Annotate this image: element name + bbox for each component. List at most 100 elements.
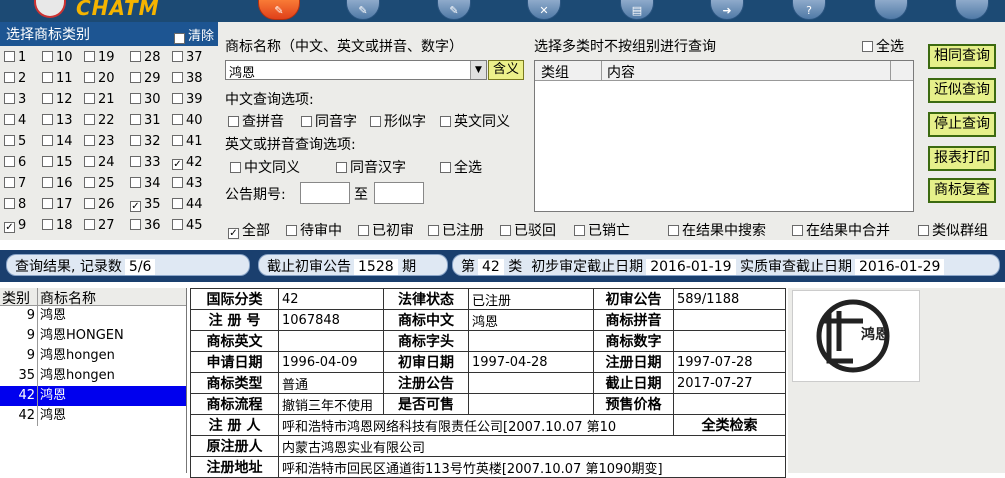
checkbox-box[interactable] [84,93,95,104]
checkbox-box[interactable] [172,177,183,188]
class-checkbox-5[interactable]: 5 [4,134,26,154]
edit-icon[interactable]: ✎ [258,0,300,20]
class-checkbox-33[interactable]: 33 [130,155,161,175]
class-checkbox-29[interactable]: 29 [130,71,161,91]
pen-icon[interactable]: ✎ [346,0,380,20]
checkbox-box[interactable] [4,114,15,125]
table-row[interactable]: 35 鸿恩hongen [0,366,186,386]
class-checkbox-32[interactable]: 32 [130,134,161,154]
name-combo[interactable]: 鸿恩 ▼ [225,60,487,81]
checkbox-box[interactable] [84,51,95,62]
checkbox-box[interactable] [84,114,95,125]
status-prelim[interactable]: 已初审 [358,220,414,240]
checkbox-box[interactable] [42,177,53,188]
merge-in-results[interactable]: 在结果中合并 [792,220,890,240]
pen2-icon[interactable]: ✎ [437,0,471,20]
class-checkbox-7[interactable]: 7 [4,176,26,196]
class-checkbox-30[interactable]: 30 [130,92,161,112]
checkbox-box[interactable] [42,51,53,62]
class-checkbox-18[interactable]: 18 [42,218,73,238]
checkbox-box[interactable] [42,93,53,104]
class-checkbox-44[interactable]: 44 [172,197,203,217]
cn-opt-homophone[interactable]: 同音字 [301,111,357,131]
class-checkbox-42[interactable]: ✓ 42 [172,155,203,175]
class-checkbox-15[interactable]: 15 [42,155,73,175]
class-checkbox-36[interactable]: 36 [130,218,161,238]
checkbox-box[interactable] [42,72,53,83]
checkbox-box[interactable] [84,72,95,83]
en-opt-cn-synonym[interactable]: 中文同义 [230,157,300,177]
cn-opt-en-synonym[interactable]: 英文同义 [440,111,510,131]
checkbox-box[interactable]: ✓ [130,201,141,212]
checkbox-box[interactable] [172,114,183,125]
help-icon[interactable]: ? [792,0,826,20]
checkbox-box[interactable] [4,93,15,104]
checkbox-box[interactable] [84,135,95,146]
checkbox-box[interactable]: ✓ [4,222,15,233]
checkbox-box[interactable] [172,219,183,230]
checkbox-box[interactable] [130,93,141,104]
checkbox-box[interactable] [130,51,141,62]
status-pending[interactable]: 待审中 [286,220,342,240]
en-opt-homophone[interactable]: 同音汉字 [336,157,406,177]
class-checkbox-1[interactable]: 1 [4,50,26,70]
table-row[interactable]: 9 鸿恩HONGEN [0,326,186,346]
checkbox-box[interactable] [172,72,183,83]
class-checkbox-8[interactable]: 8 [4,197,26,217]
checkbox-box[interactable] [84,198,95,209]
checkbox-box[interactable] [130,156,141,167]
class-checkbox-31[interactable]: 31 [130,113,161,133]
checkbox-box[interactable] [130,72,141,83]
class-checkbox-23[interactable]: 23 [84,134,115,154]
class-checkbox-9[interactable]: ✓ 9 [4,218,26,238]
class-checkbox-35[interactable]: ✓ 35 [130,197,161,217]
class-checkbox-16[interactable]: 16 [42,176,73,196]
class-checkbox-13[interactable]: 13 [42,113,73,133]
close-icon[interactable]: ✕ [527,0,561,20]
stop-search-button[interactable]: 停止查询 [928,112,996,137]
checkbox-box[interactable] [4,135,15,146]
review-button[interactable]: 商标复查 [928,178,996,203]
checkbox-box[interactable] [4,51,15,62]
checkbox-box[interactable] [172,93,183,104]
table-row[interactable]: 9 鸿恩 [0,306,186,326]
class-checkbox-38[interactable]: 38 [172,71,203,91]
print-report-button[interactable]: 报表打印 [928,146,996,171]
checkbox-box[interactable] [4,198,15,209]
class-checkbox-14[interactable]: 14 [42,134,73,154]
class-checkbox-11[interactable]: 11 [42,71,73,91]
class-checkbox-20[interactable]: 20 [84,71,115,91]
class-checkbox-40[interactable]: 40 [172,113,203,133]
results-list[interactable]: 类别 商标名称 9 鸿恩 9 鸿恩HONGEN 9 鸿恩hongen 35 鸿恩hongen 42… [0,288,187,473]
cn-opt-pinyin[interactable]: 查拼音 [228,111,284,131]
checkbox-box[interactable] [4,72,15,83]
class-checkbox-41[interactable]: 41 [172,134,203,154]
period-from-input[interactable] [300,182,350,204]
class-checkbox-27[interactable]: 27 [84,218,115,238]
class-checkbox-19[interactable]: 19 [84,50,115,70]
class-checkbox-3[interactable]: 3 [4,92,26,112]
table-row[interactable]: 42 鸿恩 [0,386,186,406]
status-expired[interactable]: 已销亡 [574,220,630,240]
exact-search-button[interactable]: 相同查询 [928,44,996,69]
checkbox-box[interactable] [172,51,183,62]
class-checkbox-34[interactable]: 34 [130,176,161,196]
checkbox-box[interactable] [172,135,183,146]
table-row[interactable]: 42 鸿恩 [0,406,186,426]
checkbox-box[interactable] [84,177,95,188]
class-checkbox-4[interactable]: 4 [4,113,26,133]
class-checkbox-24[interactable]: 24 [84,155,115,175]
status-all[interactable]: ✓ 全部 [228,220,270,240]
checkbox-box[interactable] [4,156,15,167]
checkbox-box[interactable] [130,177,141,188]
class-checkbox-12[interactable]: 12 [42,92,73,112]
cn-opt-similar-shape[interactable]: 形似字 [370,111,426,131]
class-checkbox-10[interactable]: 10 [42,50,73,70]
class-checkbox-28[interactable]: 28 [130,50,161,70]
class-checkbox-25[interactable]: 25 [84,176,115,196]
class-checkbox-17[interactable]: 17 [42,197,73,217]
table-row[interactable]: 9 鸿恩hongen [0,346,186,366]
chevron-down-icon[interactable]: ▼ [470,61,486,79]
status-rejected[interactable]: 已驳回 [500,220,556,240]
checkbox-box[interactable] [130,114,141,125]
